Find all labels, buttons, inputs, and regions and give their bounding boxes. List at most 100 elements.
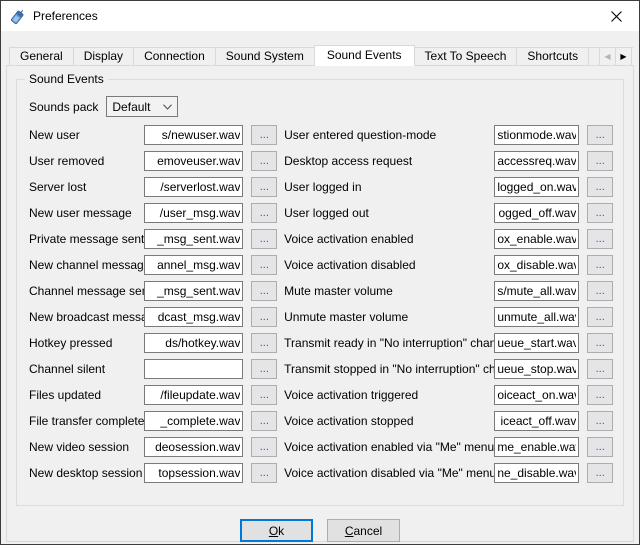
sound-file-input[interactable] [144, 437, 243, 457]
preferences-dialog: Preferences GeneralDisplayConnectionSoun… [0, 0, 640, 545]
tab-text-to-speech[interactable]: Text To Speech [414, 47, 518, 66]
sound-file-input[interactable] [494, 203, 579, 223]
browse-button[interactable]: ... [587, 385, 613, 405]
sound-file-input[interactable] [494, 125, 579, 145]
browse-button[interactable]: ... [251, 125, 277, 145]
sound-file-input[interactable] [144, 281, 243, 301]
event-label: Voice activation enabled via "Me" menu [284, 437, 494, 457]
tab-shortcuts[interactable]: Shortcuts [516, 47, 589, 66]
sounds-pack-label: Sounds pack [29, 100, 98, 114]
sound-file-input[interactable] [494, 385, 579, 405]
sound-file-input[interactable] [144, 177, 243, 197]
browse-button[interactable]: ... [251, 281, 277, 301]
browse-button[interactable]: ... [251, 177, 277, 197]
browse-button[interactable]: ... [587, 203, 613, 223]
sound-file-input[interactable] [144, 203, 243, 223]
tab-general[interactable]: General [9, 47, 74, 66]
browse-button[interactable]: ... [587, 307, 613, 327]
close-button[interactable] [594, 1, 639, 31]
sound-file-input[interactable] [144, 411, 243, 431]
event-label: New video session [29, 437, 144, 457]
sounds-pack-row: Sounds pack Default [29, 96, 613, 117]
tab-sound-events[interactable]: Sound Events [314, 45, 415, 66]
sound-file-input[interactable] [494, 411, 579, 431]
event-label: Voice activation triggered [284, 385, 494, 405]
sound-event-row: New desktop session...Voice activation d… [29, 463, 613, 483]
browse-button[interactable]: ... [251, 307, 277, 327]
event-label: User logged in [284, 177, 494, 197]
cancel-button[interactable]: Cancel [327, 519, 400, 542]
event-label: New user message [29, 203, 144, 223]
sound-event-row: Server lost...User logged in... [29, 177, 613, 197]
sound-events-grid: New user...User entered question-mode...… [27, 125, 613, 483]
sound-file-input[interactable] [144, 385, 243, 405]
sound-file-input[interactable] [494, 151, 579, 171]
sound-file-input[interactable] [494, 359, 579, 379]
event-label: New broadcast message [29, 307, 144, 327]
event-label: Files updated [29, 385, 144, 405]
sound-file-input[interactable] [494, 255, 579, 275]
browse-button[interactable]: ... [251, 385, 277, 405]
browse-button[interactable]: ... [251, 411, 277, 431]
browse-button[interactable]: ... [587, 437, 613, 457]
sound-file-input[interactable] [144, 125, 243, 145]
event-label: New channel message [29, 255, 144, 275]
browse-button[interactable]: ... [587, 281, 613, 301]
tab-connection[interactable]: Connection [133, 47, 216, 66]
event-label: Hotkey pressed [29, 333, 144, 353]
tab-sound-system[interactable]: Sound System [215, 47, 315, 66]
sound-file-input[interactable] [494, 333, 579, 353]
event-label: Voice activation disabled via "Me" menu [284, 463, 494, 483]
browse-button[interactable]: ... [587, 463, 613, 483]
event-label: Transmit ready in "No interruption" chan… [284, 333, 494, 353]
sound-file-input[interactable] [144, 333, 243, 353]
event-label: Voice activation stopped [284, 411, 494, 431]
browse-button[interactable]: ... [587, 125, 613, 145]
sound-file-input[interactable] [144, 255, 243, 275]
sound-event-row: Channel message sent...Mute master volum… [29, 281, 613, 301]
sound-event-row: New user...User entered question-mode... [29, 125, 613, 145]
browse-button[interactable]: ... [587, 229, 613, 249]
sounds-pack-select[interactable]: Default [106, 96, 178, 117]
browse-button[interactable]: ... [251, 437, 277, 457]
event-label: User entered question-mode [284, 125, 494, 145]
browse-button[interactable]: ... [587, 333, 613, 353]
event-label: Private message sent [29, 229, 144, 249]
browse-button[interactable]: ... [587, 151, 613, 171]
chevron-down-icon [163, 104, 172, 110]
browse-button[interactable]: ... [251, 333, 277, 353]
sound-file-input[interactable] [494, 177, 579, 197]
sound-file-input[interactable] [494, 437, 579, 457]
sound-file-input[interactable] [494, 281, 579, 301]
browse-button[interactable]: ... [251, 463, 277, 483]
browse-button[interactable]: ... [587, 255, 613, 275]
sound-file-input[interactable] [494, 307, 579, 327]
sound-file-input[interactable] [144, 307, 243, 327]
browse-button[interactable]: ... [251, 229, 277, 249]
ok-button[interactable]: Ok [240, 519, 313, 542]
browse-button[interactable]: ... [587, 359, 613, 379]
sound-file-input[interactable] [144, 463, 243, 483]
sound-event-row: Private message sent...Voice activation … [29, 229, 613, 249]
sound-file-input[interactable] [144, 359, 243, 379]
footer-buttons: Ok Cancel [12, 519, 628, 542]
tab-scroll-left-button[interactable]: ◀ [599, 47, 616, 66]
sound-file-input[interactable] [494, 463, 579, 483]
tab-display[interactable]: Display [73, 47, 134, 66]
sound-event-row: User removed...Desktop access request... [29, 151, 613, 171]
browse-button[interactable]: ... [251, 359, 277, 379]
event-label: Desktop access request [284, 151, 494, 171]
tab-scroll-right-button[interactable]: ▶ [615, 47, 632, 66]
sound-file-input[interactable] [494, 229, 579, 249]
sound-events-groupbox: Sound Events Sounds pack Default New use… [16, 79, 624, 506]
event-label: Channel message sent [29, 281, 144, 301]
sound-event-row: File transfer complete...Voice activatio… [29, 411, 613, 431]
browse-button[interactable]: ... [251, 151, 277, 171]
browse-button[interactable]: ... [587, 411, 613, 431]
browse-button[interactable]: ... [251, 203, 277, 223]
sound-file-input[interactable] [144, 151, 243, 171]
window-title: Preferences [33, 9, 98, 23]
browse-button[interactable]: ... [251, 255, 277, 275]
browse-button[interactable]: ... [587, 177, 613, 197]
sound-file-input[interactable] [144, 229, 243, 249]
